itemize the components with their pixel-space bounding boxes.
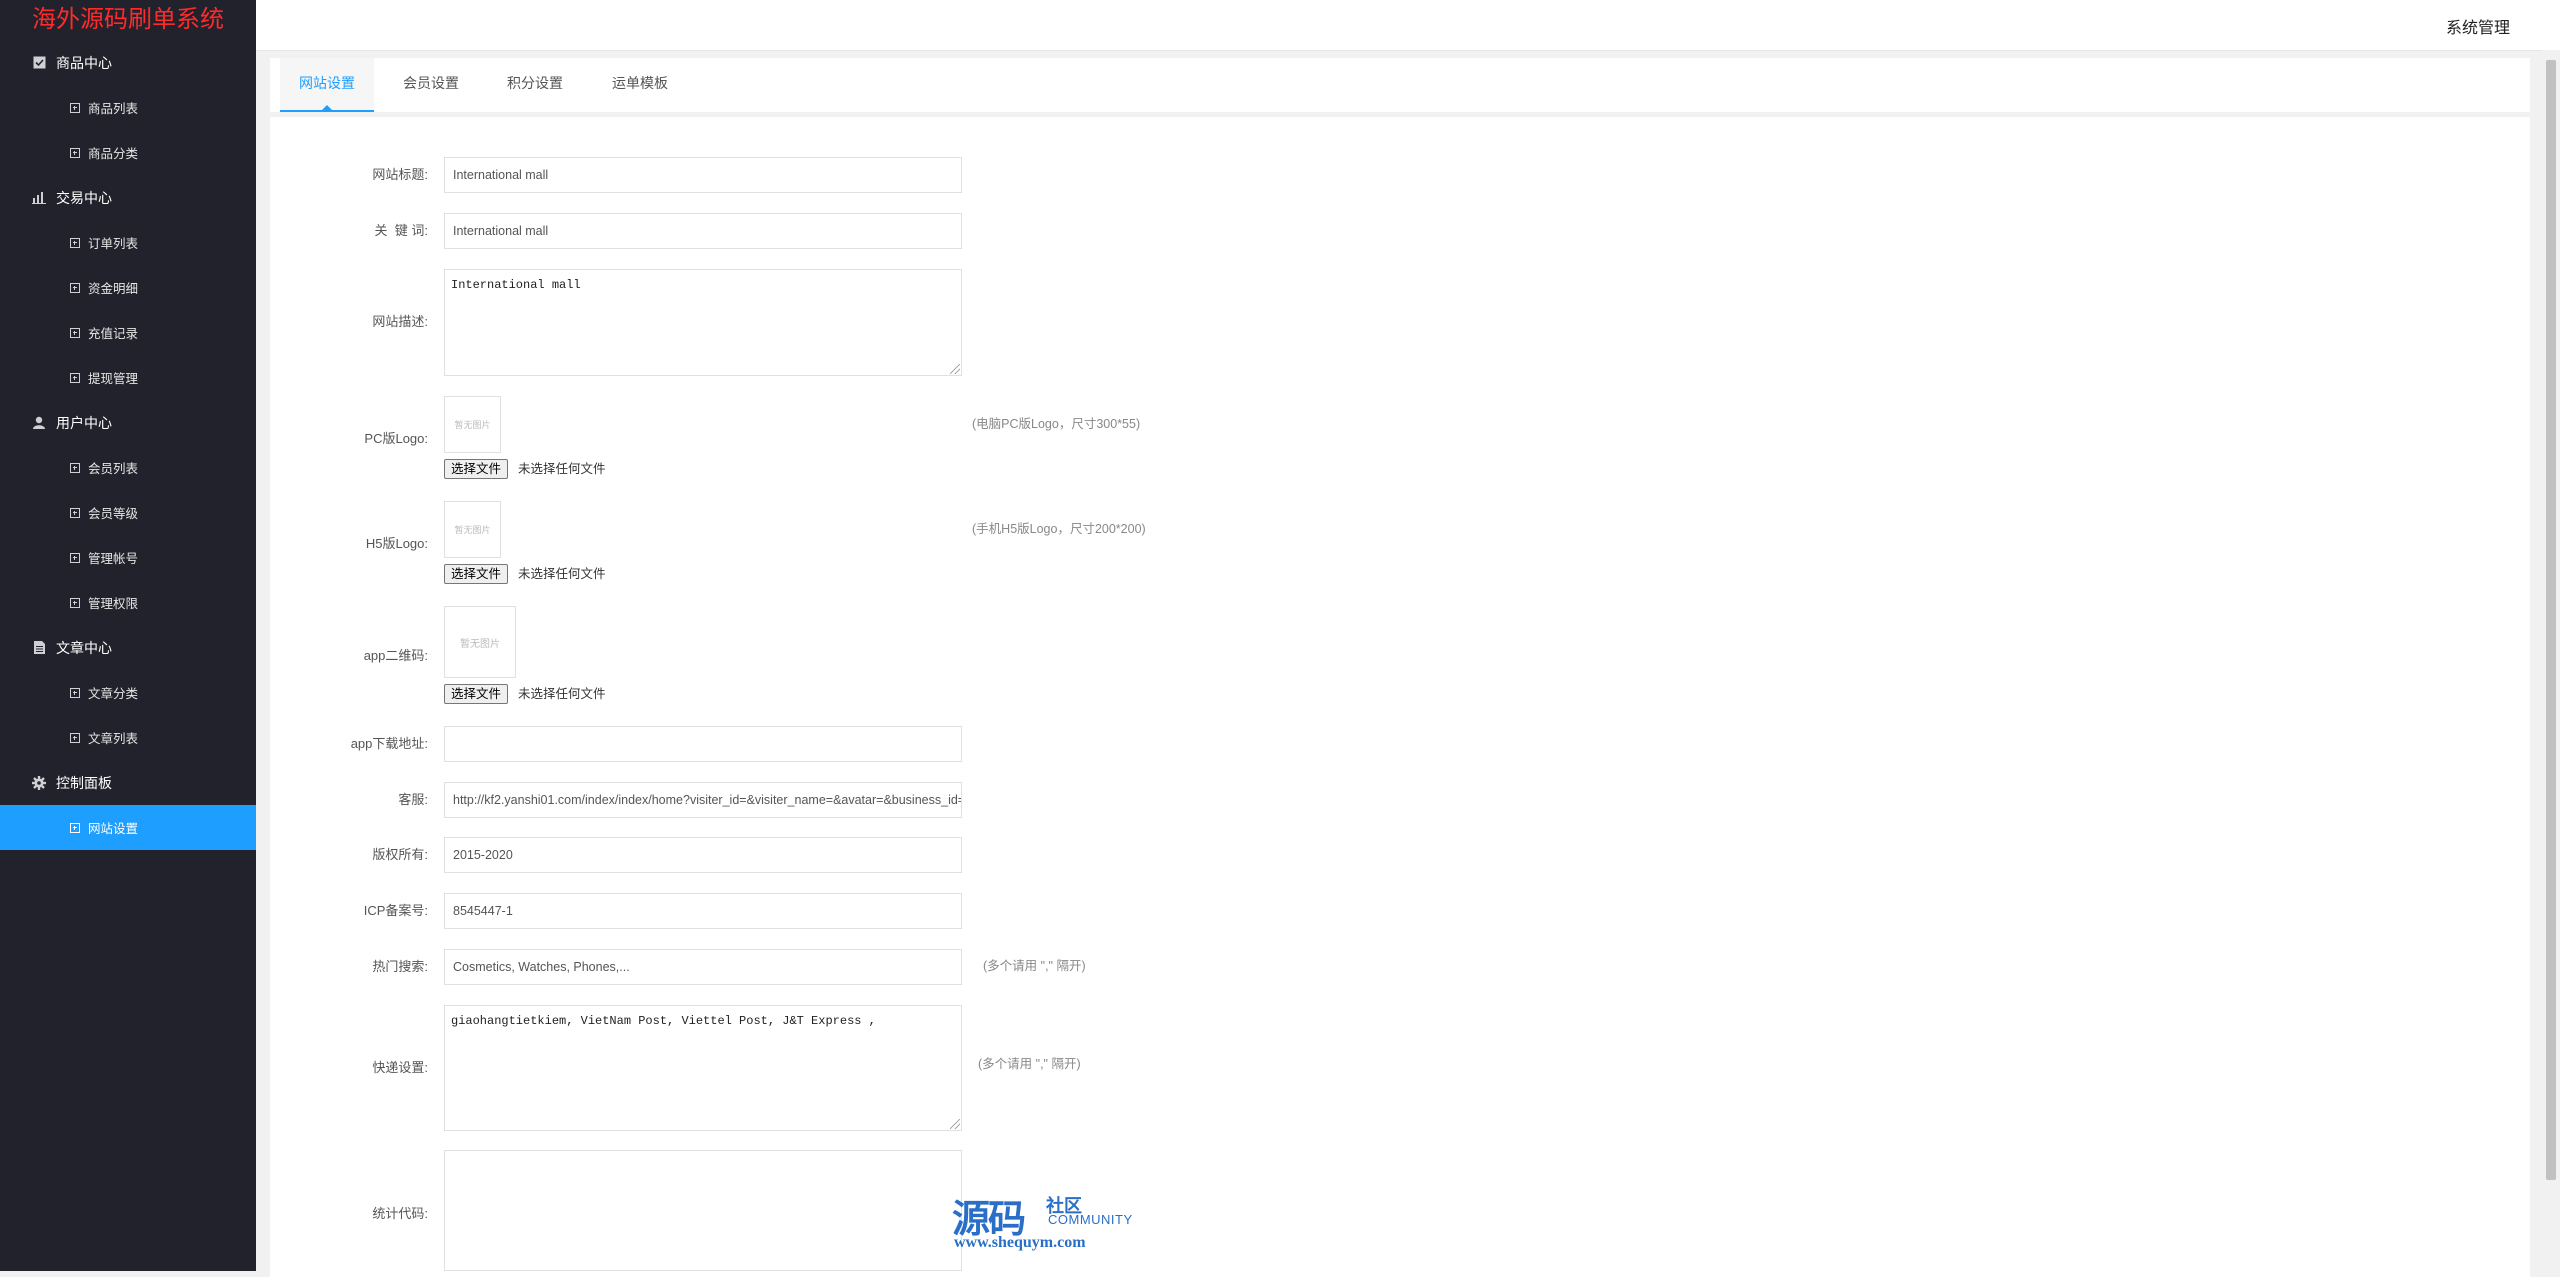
stats-code-textarea[interactable] bbox=[444, 1150, 962, 1271]
expand-icon bbox=[70, 822, 80, 833]
sidebar-group-articles[interactable]: 文章中心 bbox=[0, 625, 256, 670]
pc-logo-hint: (电脑PC版Logo，尺寸300*55) bbox=[972, 417, 1141, 431]
stats-code-label: 统计代码: bbox=[372, 1206, 428, 1221]
description-label: 网站描述: bbox=[372, 314, 428, 329]
description-text: International mall bbox=[451, 278, 581, 292]
customer-service-input[interactable]: http://kf2.yanshi01.com/index/index/home… bbox=[444, 782, 962, 818]
expand-icon bbox=[70, 282, 80, 293]
h5-logo-file-button[interactable]: 选择文件 bbox=[444, 564, 509, 584]
sidebar-group-trade[interactable]: 交易中心 bbox=[0, 175, 256, 220]
sidebar-item-article-list[interactable]: 文章列表 bbox=[0, 715, 256, 760]
sidebar-item-order-list[interactable]: 订单列表 bbox=[0, 220, 256, 265]
copyright-input[interactable]: 2015-2020 bbox=[444, 837, 962, 873]
app-download-input[interactable] bbox=[444, 726, 962, 762]
tab-points-settings[interactable]: 积分设置 bbox=[488, 58, 582, 112]
expand-icon bbox=[70, 597, 80, 608]
document-icon bbox=[32, 641, 46, 655]
tab-waybill-template[interactable]: 运单模板 bbox=[593, 58, 687, 112]
h5-logo-label: H5版Logo: bbox=[365, 536, 428, 551]
customer-service-label: 客服: bbox=[398, 792, 428, 807]
sidebar-group-label: 控制面板 bbox=[56, 774, 112, 791]
resize-grip-icon[interactable] bbox=[950, 364, 960, 374]
hot-search-hint: (多个请用 "," 隔开) bbox=[983, 959, 1086, 973]
expand-icon bbox=[70, 237, 80, 248]
pc-logo-file-button[interactable]: 选择文件 bbox=[444, 459, 509, 479]
expand-icon bbox=[70, 507, 80, 518]
hot-search-input[interactable]: Cosmetics, Watches, Phones,... bbox=[444, 949, 962, 985]
copyright-label: 版权所有: bbox=[372, 847, 428, 862]
expand-icon bbox=[70, 732, 80, 743]
sidebar-group-products[interactable]: 商品中心 bbox=[0, 40, 256, 85]
watermark-logo: 源码 社区 COMMUNITY www.shequym.com bbox=[952, 1188, 1152, 1268]
gear-icon bbox=[32, 775, 46, 790]
user-icon bbox=[32, 416, 46, 430]
tab-site-settings[interactable]: 网站设置 bbox=[280, 58, 374, 112]
tab-member-settings[interactable]: 会员设置 bbox=[384, 58, 478, 112]
sidebar-item-withdraw-management[interactable]: 提现管理 bbox=[0, 355, 256, 400]
checkbox-icon bbox=[32, 56, 46, 70]
sidebar-item-site-settings[interactable]: 网站设置 bbox=[0, 805, 256, 850]
h5-logo-file-status: 未选择任何文件 bbox=[518, 567, 606, 581]
top-header: 系统管理 bbox=[256, 0, 2560, 51]
app-qr-file-button[interactable]: 选择文件 bbox=[444, 684, 509, 704]
expand-icon bbox=[70, 147, 80, 158]
sidebar-group-label: 文章中心 bbox=[56, 639, 112, 656]
h5-logo-preview: 暂无图片 bbox=[444, 501, 501, 558]
sidebar-group-control-panel[interactable]: 控制面板 bbox=[0, 760, 256, 805]
watermark-url: www.shequym.com bbox=[954, 1234, 1086, 1251]
h5-logo-hint: (手机H5版Logo，尺寸200*200) bbox=[972, 522, 1146, 536]
keywords-label: 关 键 词: bbox=[374, 223, 428, 238]
icp-label: ICP备案号: bbox=[363, 903, 428, 918]
site-title-label: 网站标题: bbox=[372, 167, 428, 182]
expand-icon bbox=[70, 462, 80, 473]
watermark-community-text: COMMUNITY bbox=[1048, 1212, 1133, 1227]
resize-grip-icon[interactable] bbox=[950, 1119, 960, 1129]
description-textarea[interactable]: International mall bbox=[444, 269, 962, 376]
pc-logo-file-status: 未选择任何文件 bbox=[518, 462, 606, 476]
expand-icon bbox=[70, 687, 80, 698]
sidebar-item-admin-accounts[interactable]: 管理帐号 bbox=[0, 535, 256, 580]
sidebar-group-label: 用户中心 bbox=[56, 414, 112, 431]
settings-tabs: 网站设置 会员设置 积分设置 运单模板 bbox=[270, 58, 2530, 117]
scrollbar-thumb[interactable] bbox=[2546, 60, 2556, 1180]
page-scrollbar[interactable] bbox=[2542, 50, 2560, 1271]
sidebar-group-label: 商品中心 bbox=[56, 54, 112, 71]
sidebar-item-recharge-records[interactable]: 充值记录 bbox=[0, 310, 256, 355]
sidebar-item-article-category[interactable]: 文章分类 bbox=[0, 670, 256, 715]
pc-logo-preview: 暂无图片 bbox=[444, 396, 501, 453]
keywords-input[interactable]: International mall bbox=[444, 213, 962, 249]
system-management-menu[interactable]: 系统管理 bbox=[2446, 14, 2510, 38]
icp-input[interactable]: 8545447-1 bbox=[444, 893, 962, 929]
app-qr-preview: 暂无图片 bbox=[444, 606, 516, 678]
app-title: 海外源码刷单系统 bbox=[32, 5, 224, 33]
expand-icon bbox=[70, 327, 80, 338]
express-hint: (多个请用 "," 隔开) bbox=[978, 1057, 1081, 1071]
bar-chart-icon bbox=[32, 191, 46, 205]
app-qr-label: app二维码: bbox=[363, 648, 428, 663]
express-label: 快递设置: bbox=[372, 1060, 428, 1075]
expand-icon bbox=[70, 102, 80, 113]
expand-icon bbox=[70, 372, 80, 383]
sidebar-item-fund-details[interactable]: 资金明细 bbox=[0, 265, 256, 310]
sidebar-item-member-level[interactable]: 会员等级 bbox=[0, 490, 256, 535]
express-text: giaohangtietkiem, VietNam Post, Viettel … bbox=[451, 1014, 876, 1028]
app-download-label: app下载地址: bbox=[350, 736, 428, 751]
sidebar-item-product-category[interactable]: 商品分类 bbox=[0, 130, 256, 175]
sidebar-item-member-list[interactable]: 会员列表 bbox=[0, 445, 256, 490]
express-textarea[interactable]: giaohangtietkiem, VietNam Post, Viettel … bbox=[444, 1005, 962, 1131]
expand-icon bbox=[70, 552, 80, 563]
sidebar-item-product-list[interactable]: 商品列表 bbox=[0, 85, 256, 130]
sidebar-group-label: 交易中心 bbox=[56, 189, 112, 206]
pc-logo-label: PC版Logo: bbox=[364, 431, 428, 446]
hot-search-label: 热门搜索: bbox=[372, 959, 428, 974]
sidebar: 海外源码刷单系统 商品中心 商品列表 商品分类 交易中心 订单列表 资金明细 充… bbox=[0, 0, 256, 1271]
app-qr-file-status: 未选择任何文件 bbox=[518, 687, 606, 701]
sidebar-item-admin-permissions[interactable]: 管理权限 bbox=[0, 580, 256, 625]
site-title-input[interactable]: International mall bbox=[444, 157, 962, 193]
sidebar-group-users[interactable]: 用户中心 bbox=[0, 400, 256, 445]
